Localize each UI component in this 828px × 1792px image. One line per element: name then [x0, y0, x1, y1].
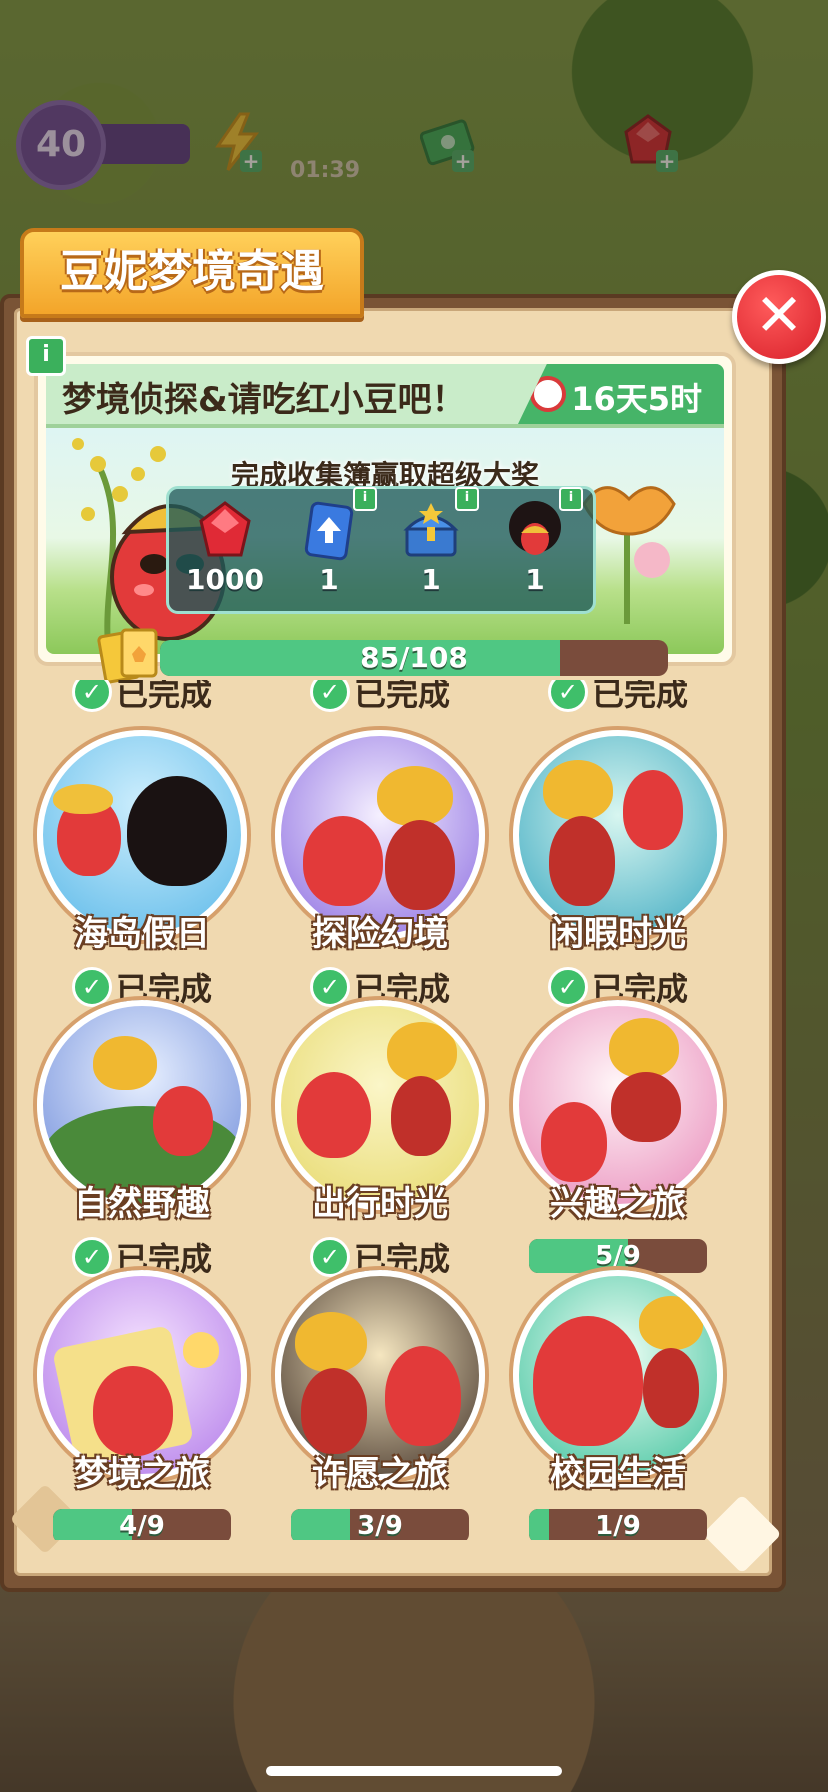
- check-icon: ✓: [71, 680, 112, 712]
- album-card[interactable]: 探险幻境 ✓ 已完成: [264, 730, 496, 1009]
- check-icon: ✓: [309, 680, 350, 712]
- banner-header: 梦境侦探&请吃红小豆吧！ 16天5时: [46, 364, 724, 428]
- album-name: 许愿之旅: [312, 1454, 448, 1494]
- album-progress-bar: 3/9: [291, 1509, 469, 1540]
- status-text: 已完成: [353, 680, 450, 713]
- reward-info-button[interactable]: i: [559, 487, 583, 511]
- album-card[interactable]: 闲暇时光 ✓ 已完成: [502, 730, 734, 1009]
- album-name: 兴趣之旅: [550, 1184, 686, 1224]
- album-card[interactable]: 自然野趣 ✓ 已完成: [26, 1000, 258, 1279]
- grand-prize-rewards: 1000 i 1 i 1 i 1: [166, 486, 596, 614]
- event-timer: 16天5时: [518, 364, 724, 424]
- reward-upgrade-card: i 1: [281, 487, 377, 603]
- event-info-button[interactable]: i: [26, 336, 66, 376]
- album-card[interactable]: 兴趣之旅 5/9: [502, 1000, 734, 1273]
- album-progress-text: 5/9: [595, 1241, 641, 1271]
- album-card[interactable]: 梦境之旅 4/9: [26, 1270, 258, 1540]
- gem-icon: [199, 501, 251, 557]
- album-card[interactable]: 出行时光 ✓ 已完成: [264, 1000, 496, 1279]
- banner-title: 梦境侦探&请吃红小豆吧！: [62, 380, 466, 420]
- album-card[interactable]: 校园生活 1/9: [502, 1270, 734, 1540]
- reward-treasure-chest: i 1: [383, 487, 479, 603]
- treasure-chest-icon: [403, 503, 459, 557]
- album-progress-text: 1/9: [595, 1511, 641, 1540]
- check-icon: ✓: [547, 680, 588, 712]
- album-name: 闲暇时光: [550, 914, 686, 954]
- album-name: 自然野趣: [74, 1184, 210, 1224]
- album-name: 梦境之旅: [74, 1454, 210, 1494]
- album-name: 校园生活: [550, 1454, 686, 1494]
- character-avatar-icon: [509, 501, 561, 555]
- album-progress-text: 4/9: [119, 1511, 165, 1540]
- reward-info-button[interactable]: i: [455, 487, 479, 511]
- album-name: 出行时光: [312, 1184, 448, 1224]
- album-card[interactable]: 海岛假日 ✓ 已完成: [26, 730, 258, 1009]
- collection-progress-bar: 85/108: [160, 640, 668, 676]
- album-card[interactable]: 许愿之旅 3/9: [264, 1270, 496, 1540]
- event-title-tab: 豆妮梦境奇遇: [20, 228, 364, 318]
- scrolled-status: ✓ 已完成: [300, 680, 460, 714]
- reward-qty: 1: [319, 563, 339, 596]
- close-button[interactable]: ✕: [732, 270, 826, 364]
- home-indicator[interactable]: [266, 1766, 562, 1776]
- reward-qty: 1: [421, 563, 441, 596]
- reward-qty: 1000: [186, 563, 264, 596]
- status-text: 已完成: [115, 680, 212, 713]
- event-timer-value: 16天5时: [571, 380, 702, 418]
- reward-info-button[interactable]: i: [353, 487, 377, 511]
- album-grid: ✓已完成 ✓已完成 ✓已完成 海岛假日 ✓已完成 探险幻境 ✓已完成: [22, 680, 756, 1540]
- scrolled-status: ✓ 已完成: [62, 680, 222, 714]
- album-progress-bar: 1/9: [529, 1509, 707, 1540]
- album-name: 探险幻境: [312, 914, 448, 954]
- status-text: 已完成: [591, 680, 688, 713]
- album-name: 海岛假日: [74, 914, 210, 954]
- reward-gems: 1000: [177, 493, 273, 603]
- upgrade-card-icon: [304, 501, 354, 561]
- clock-icon: [530, 376, 566, 412]
- album-progress-bar: 4/9: [53, 1509, 231, 1540]
- collection-progress-text: 85/108: [360, 641, 468, 674]
- scrolled-status: ✓ 已完成: [538, 680, 698, 714]
- reward-character: i 1: [487, 487, 583, 603]
- album-progress-bar: 5/9: [529, 1239, 707, 1273]
- reward-qty: 1: [525, 563, 545, 596]
- album-progress-text: 3/9: [357, 1511, 403, 1540]
